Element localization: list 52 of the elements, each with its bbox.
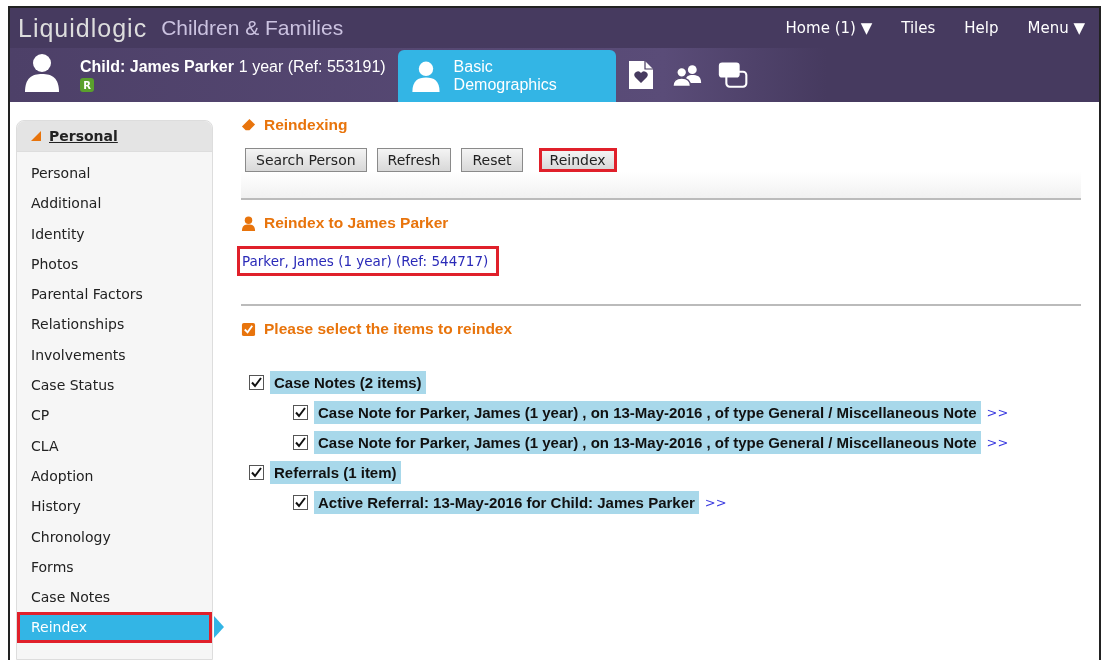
status-badge: R [80,78,94,92]
app-title: Children & Families [161,16,344,40]
person-icon [22,52,62,92]
details-link[interactable]: >> [986,434,1009,450]
sidebar-item[interactable]: Photos [17,248,212,280]
group-label: Referrals (1 item) [270,460,401,484]
item-label: Case Note for Parker, James (1 year) , on 13-May-2016 , of type General / Miscellaneous Note [314,400,981,424]
checkbox[interactable] [249,374,264,390]
person-link[interactable]: Parker, James (1 year) (Ref: 544717) [237,246,500,276]
checkbox[interactable] [293,494,308,510]
nav-link[interactable]: Menu ▼ [1027,19,1085,37]
checkbox-icon [241,321,256,337]
sidebar-item[interactable]: Case Notes [17,582,212,613]
action-button[interactable]: Search Person [245,148,367,172]
checkbox[interactable] [293,404,308,420]
checkbox[interactable] [249,464,264,480]
section-heading: Reindexing [264,116,348,134]
action-button[interactable]: Refresh [376,148,452,172]
windows-icon[interactable] [717,60,748,90]
sidebar-item[interactable]: Parental Factors [17,279,212,310]
details-link[interactable]: >> [986,404,1009,420]
sidebar-item[interactable]: CP [17,400,212,431]
sidebar-item[interactable]: Case Status [17,370,212,401]
action-button[interactable]: Reset [461,148,523,172]
nav-link[interactable]: Home (1) ▼ [785,19,873,37]
sidebar-item[interactable]: Involvements [17,339,212,371]
action-button[interactable]: Reindex [538,148,617,172]
sidebar-item[interactable]: Chronology [17,521,212,552]
sidebar-item[interactable]: CLA [17,430,212,461]
checkbox[interactable] [293,434,308,450]
person-icon [241,215,256,231]
sidebar-item[interactable]: Adoption [17,460,212,492]
app-logo: Liquidlogic [18,13,148,43]
sidebar-item[interactable]: Identity [17,218,212,249]
person-details: 1 year (Ref: 553191) [238,58,386,76]
sidebar-item[interactable]: Personal [17,158,212,189]
person-icon [409,60,442,92]
pointer-icon [214,616,224,639]
details-link[interactable]: >> [704,494,727,510]
group-label: Case Notes (2 items) [270,370,426,394]
nav-link[interactable]: Help [964,19,999,37]
sidebar-item[interactable]: Additional [17,188,212,219]
sidebar-heading[interactable]: Personal [49,128,118,144]
section-heading: Please select the items to reindex [264,320,513,338]
person-name: Child: James Parker [80,58,234,76]
section-heading: Reindex to James Parker [264,214,449,232]
item-label: Case Note for Parker, James (1 year) , on 13-May-2016 , of type General / Miscellaneous Note [314,430,981,454]
nav-link[interactable]: Tiles [901,19,936,37]
sidebar-item[interactable]: Relationships [17,309,212,340]
item-label: Active Referral: 13-May-2016 for Child: James Parker [314,490,699,514]
sidebar-item[interactable]: History [17,491,212,522]
sidebar-item[interactable]: Forms [17,551,212,583]
